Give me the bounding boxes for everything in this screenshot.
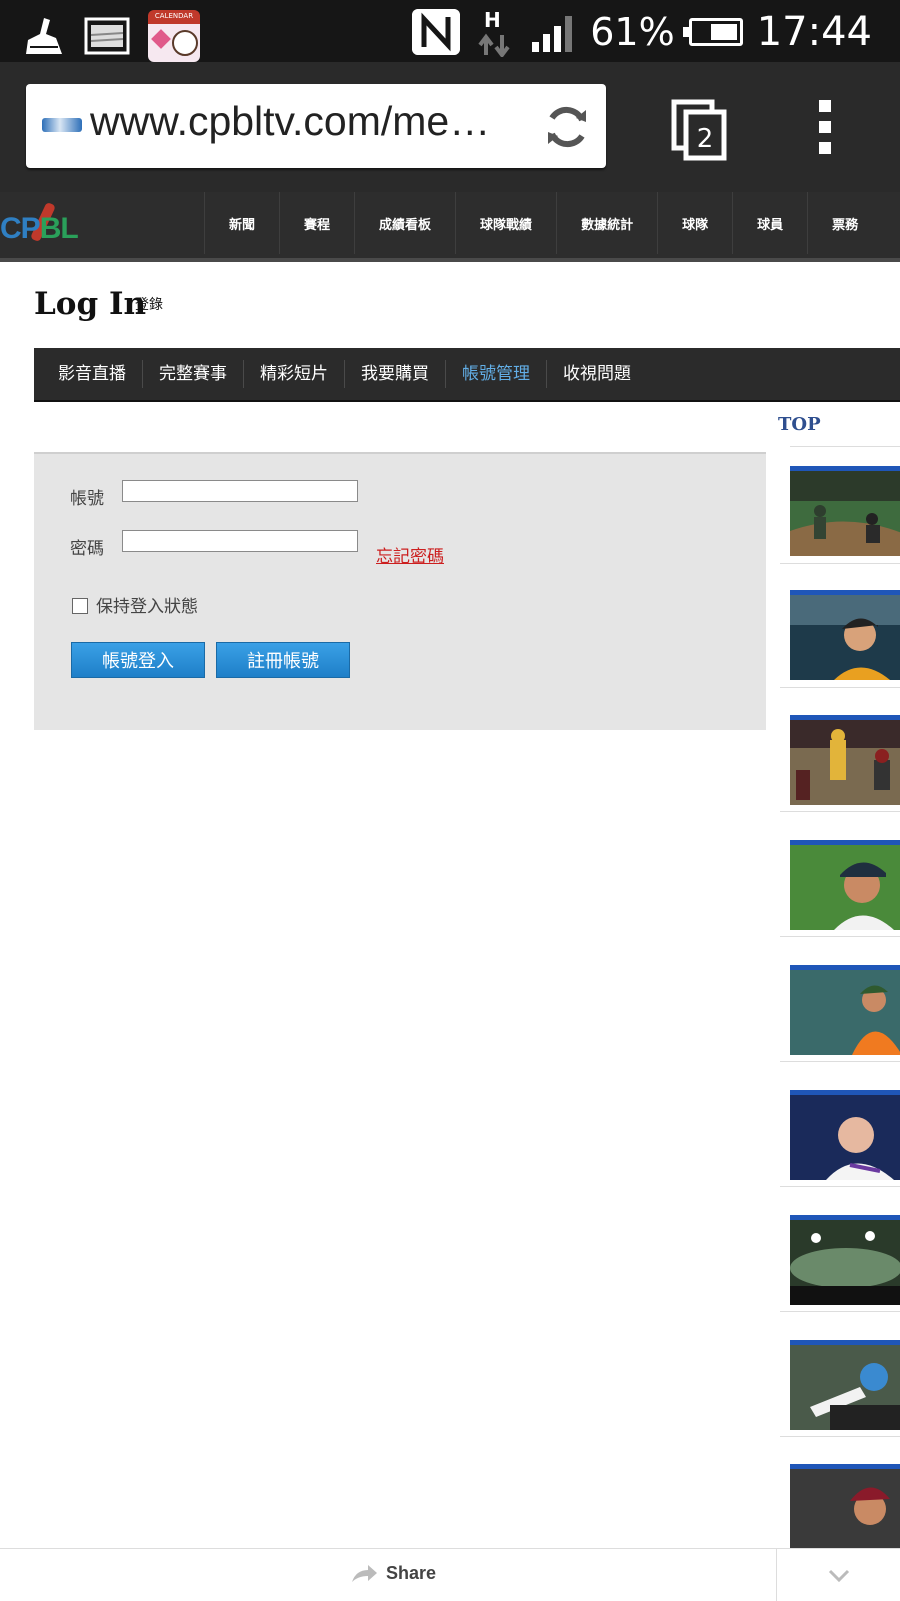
tab-switcher-button[interactable]: 2 xyxy=(670,98,730,162)
nav-item-news[interactable]: 新聞 xyxy=(204,192,279,254)
nav-item-schedule[interactable]: 賽程 xyxy=(279,192,354,254)
stadium-night-image xyxy=(790,1220,900,1305)
calendar-app-label: CALENDAR xyxy=(154,12,194,20)
calendar-app-icon: CALENDAR xyxy=(148,10,200,62)
password-input[interactable] xyxy=(122,530,358,552)
logo-text-right: BL xyxy=(39,212,79,245)
cpbl-logo[interactable]: CPBL xyxy=(0,200,100,250)
remember-me-checkbox[interactable] xyxy=(72,598,88,614)
remember-me-label[interactable]: 保持登入狀態 xyxy=(96,592,198,617)
page-subtitle: 登錄 xyxy=(135,297,163,313)
video-thumbnail[interactable] xyxy=(790,590,900,680)
pitcher-closeup-image xyxy=(790,845,900,930)
address-bar[interactable]: www.cpbltv.com/membe… xyxy=(26,84,606,168)
notification-icons: CALENDAR xyxy=(22,10,200,62)
nav-item-stats[interactable]: 數據統計 xyxy=(556,192,657,254)
tab-highlights[interactable]: 精彩短片 xyxy=(244,360,345,388)
tab-viewing-help[interactable]: 收視問題 xyxy=(547,360,647,388)
password-label: 密碼 xyxy=(70,539,104,559)
top-videos-sidebar: TOP xyxy=(776,400,900,1548)
site-favicon-icon xyxy=(42,118,82,132)
player-red-cap-image xyxy=(790,1469,900,1548)
batter-image xyxy=(790,720,900,805)
nfc-icon xyxy=(412,9,461,55)
baseball-field-image xyxy=(790,471,900,556)
network-type-text: H xyxy=(484,8,501,32)
batter-blue-helmet-image xyxy=(790,1345,900,1430)
login-button[interactable]: 帳號登入 xyxy=(71,642,205,678)
screenshot-image-icon xyxy=(84,17,130,55)
nav-item-players[interactable]: 球員 xyxy=(732,192,807,254)
video-subnav: 影音直播 完整賽事 精彩短片 我要購買 帳號管理 收視問題 xyxy=(34,348,900,402)
video-thumbnail[interactable] xyxy=(790,840,900,930)
account-label: 帳號 xyxy=(70,489,104,509)
cleaner-broom-icon xyxy=(26,18,62,54)
video-thumbnail[interactable] xyxy=(790,1090,900,1180)
logo-text-left: CP xyxy=(0,212,41,245)
share-button[interactable]: Share xyxy=(350,1563,436,1584)
account-input[interactable] xyxy=(122,480,358,502)
system-indicators: H 61% 17:44 xyxy=(412,4,872,60)
tab-count: 2 xyxy=(697,124,714,154)
share-bar: Share xyxy=(0,1548,900,1601)
sidebar-title: TOP xyxy=(778,414,821,435)
battery-percent: 61% xyxy=(590,10,675,54)
player-portrait-image xyxy=(790,595,900,680)
browser-toolbar: www.cpbltv.com/membe… 2 xyxy=(0,62,900,192)
status-bar: CALENDAR H 61% 17:44 xyxy=(0,0,900,62)
url-text[interactable]: www.cpbltv.com/membe… xyxy=(90,98,510,145)
forgot-password-link[interactable]: 忘記密碼 xyxy=(376,542,444,567)
foreign-player-image xyxy=(790,1095,900,1180)
video-thumbnail[interactable] xyxy=(790,1340,900,1430)
register-button[interactable]: 註冊帳號 xyxy=(216,642,350,678)
site-header: CPBL 新聞 賽程 成績看板 球隊戰績 數據統計 球隊 球員 票務 xyxy=(0,192,900,262)
battery-icon xyxy=(682,18,743,46)
chevron-down-icon[interactable] xyxy=(826,1563,852,1587)
video-thumbnail[interactable] xyxy=(790,965,900,1055)
login-panel: 帳號 密碼 忘記密碼 保持登入狀態 帳號登入 註冊帳號 xyxy=(34,452,766,730)
tab-account[interactable]: 帳號管理 xyxy=(446,360,547,388)
browser-menu-button[interactable] xyxy=(812,100,838,156)
video-thumbnail[interactable] xyxy=(790,715,900,805)
tab-live[interactable]: 影音直播 xyxy=(42,360,143,388)
nav-item-tickets[interactable]: 票務 xyxy=(807,192,882,254)
tab-full-games[interactable]: 完整賽事 xyxy=(143,360,244,388)
nav-item-scoreboard[interactable]: 成績看板 xyxy=(354,192,455,254)
share-label: Share xyxy=(386,1563,437,1583)
page-title: Log In xyxy=(34,286,146,322)
video-thumbnail[interactable] xyxy=(790,1215,900,1305)
video-thumbnail[interactable] xyxy=(790,466,900,556)
clock: 17:44 xyxy=(756,9,872,55)
tab-purchase[interactable]: 我要購買 xyxy=(345,360,446,388)
video-thumbnail[interactable] xyxy=(790,1464,900,1548)
nav-item-standings[interactable]: 球隊戰績 xyxy=(455,192,556,254)
main-nav: 新聞 賽程 成績看板 球隊戰績 數據統計 球隊 球員 票務 xyxy=(204,192,882,254)
nav-item-teams[interactable]: 球隊 xyxy=(657,192,732,254)
share-arrow-icon xyxy=(352,1564,377,1582)
batter-orange-image xyxy=(790,970,900,1055)
signal-strength-icon xyxy=(532,16,573,52)
reload-icon[interactable] xyxy=(542,102,592,152)
data-transfer-icon: H xyxy=(478,8,510,57)
